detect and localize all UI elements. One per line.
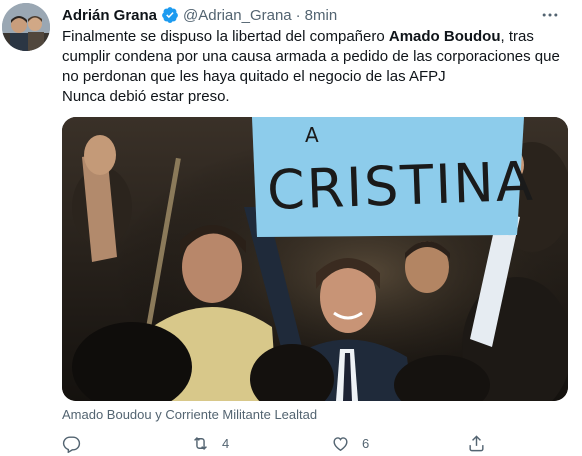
share-icon <box>469 435 484 452</box>
handle[interactable]: @Adrian_Grana <box>183 7 292 24</box>
retweet-icon <box>194 436 207 451</box>
tweet-photo[interactable]: A CRISTINA <box>62 117 568 401</box>
like-icon <box>333 437 348 452</box>
more-options-icon[interactable] <box>540 5 560 25</box>
like-button[interactable]: 6 <box>331 434 369 453</box>
media-caption: Amado Boudou y Corriente Militante Lealt… <box>62 407 318 422</box>
display-name[interactable]: Adrián Grana <box>62 7 157 24</box>
like-count: 6 <box>362 436 370 451</box>
tweet-header: Adrián Grana @Adrian_Grana · 8min <box>62 5 337 25</box>
sign-text: CRISTINA <box>266 150 536 222</box>
timestamp[interactable]: 8min <box>305 7 338 24</box>
avatar[interactable] <box>2 3 50 51</box>
separator-dot: · <box>295 6 301 24</box>
sign-top-letter: A <box>305 123 319 147</box>
retweet-button[interactable]: 4 <box>191 434 229 453</box>
tweet-text-second-line: Nunca debió estar preso. <box>62 88 230 105</box>
reply-icon <box>62 436 81 453</box>
tweet-text-part: Finalmente se dispuso la libertad del co… <box>62 28 389 45</box>
reply-button[interactable] <box>62 434 93 453</box>
verified-badge-icon <box>161 6 179 24</box>
share-button[interactable] <box>467 434 486 453</box>
tweet-text: Finalmente se dispuso la libertad del co… <box>62 27 562 107</box>
tweet-text-bold-name: Amado Boudou <box>388 28 501 45</box>
action-bar: 4 6 <box>62 434 502 456</box>
retweet-count: 4 <box>222 436 230 451</box>
